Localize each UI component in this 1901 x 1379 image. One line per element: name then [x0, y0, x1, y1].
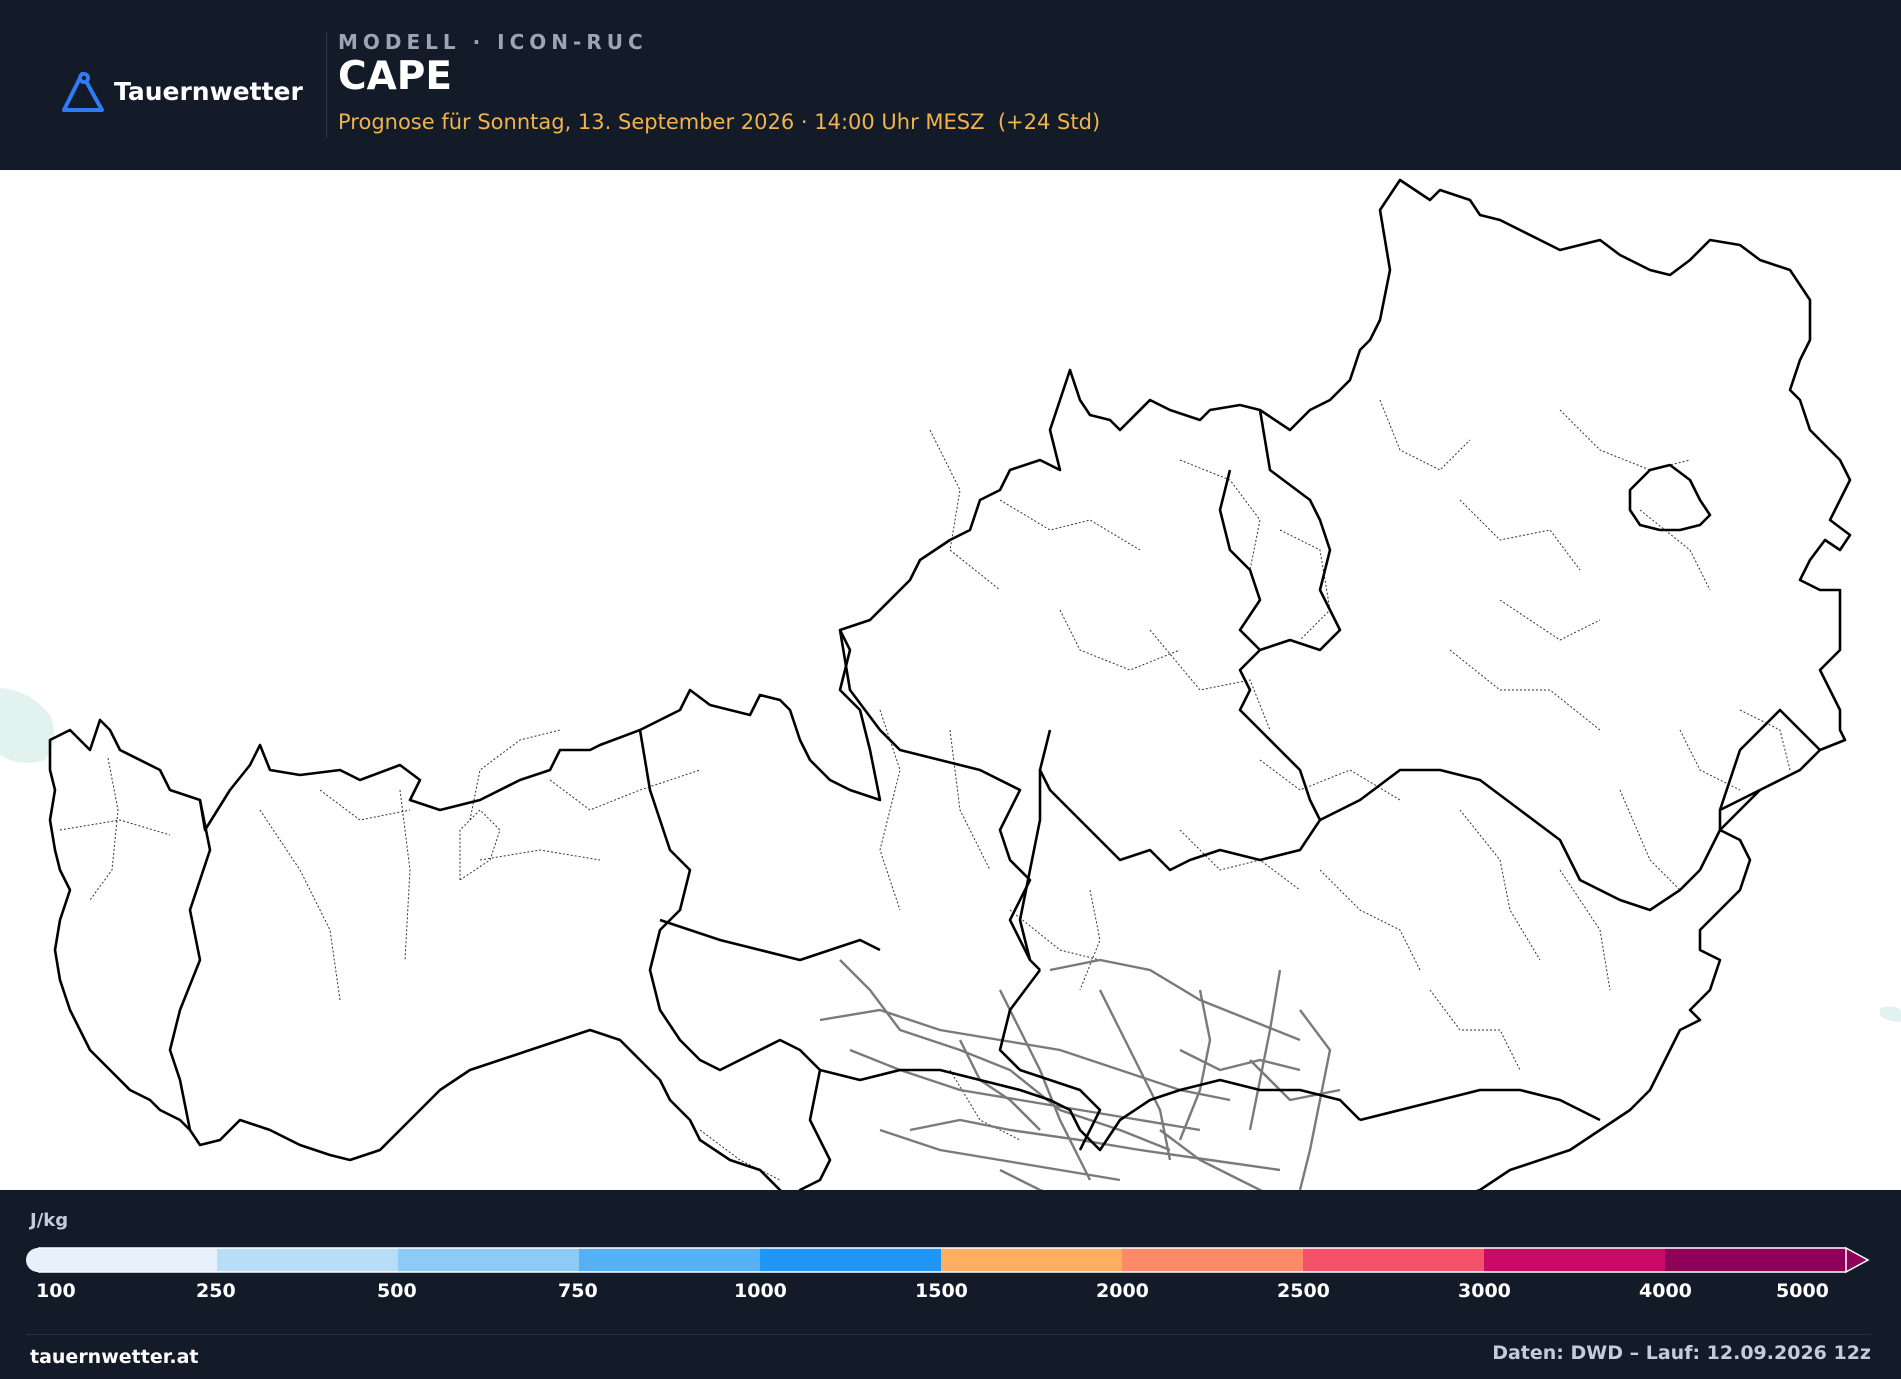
colorbar-tick-label: 100 — [36, 1280, 76, 1302]
page-title: CAPE — [338, 54, 453, 99]
lake-shape — [1880, 1006, 1901, 1022]
model-label: MODELL · ICON-RUC — [338, 30, 648, 54]
brand-name: Tauernwetter — [114, 76, 303, 106]
data-source: Daten: DWD – Lauf: 12.09.2026 12z — [1492, 1342, 1871, 1364]
header-divider — [326, 32, 327, 138]
site-url[interactable]: tauernwetter.at — [30, 1346, 199, 1368]
colorbar-tick-label: 1000 — [734, 1280, 787, 1302]
colorbar-segment — [1122, 1248, 1304, 1272]
legend-unit: J/kg — [30, 1210, 69, 1231]
colorbar-tick-label: 3000 — [1458, 1280, 1511, 1302]
forecast-subtitle: Prognose für Sonntag, 13. September 2026… — [338, 110, 1101, 134]
colorbar-tick-label: 1500 — [915, 1280, 968, 1302]
colorbar-tick-label: 2500 — [1277, 1280, 1330, 1302]
colorbar-segment — [579, 1248, 761, 1272]
colorbar-tick-label: 250 — [196, 1280, 236, 1302]
footer-divider — [26, 1334, 1871, 1335]
legend-area: J/kg 100 250 500 750 1000 1500 2000 2500 3000 400… — [0, 1190, 1901, 1379]
colorbar-segment — [217, 1248, 399, 1272]
state-boundary-east-tyrol — [659, 918, 881, 962]
state-boundaries — [48, 178, 1852, 1190]
lake-shape — [0, 688, 54, 764]
mountain-pin-icon — [62, 72, 104, 112]
colorbar-segment — [1303, 1248, 1485, 1272]
colorbar-segment — [760, 1248, 942, 1272]
colorbar-segment — [36, 1248, 218, 1272]
austria-map[interactable] — [0, 170, 1901, 1190]
colorbar-segment — [398, 1248, 580, 1272]
colorbar-tick-label: 4000 — [1639, 1280, 1692, 1302]
colorbar-tick-label: 2000 — [1096, 1280, 1149, 1302]
colorbar-extend-arrow — [1845, 1246, 1870, 1274]
colorbar-tick-label: 500 — [377, 1280, 417, 1302]
colorbar-tick-label: 5000 — [1776, 1280, 1829, 1302]
colorbar-tick-label: 750 — [558, 1280, 598, 1302]
colorbar-segment — [941, 1248, 1123, 1272]
colorbar — [26, 1244, 1876, 1278]
header: Tauernwetter MODELL · ICON-RUC CAPE Prog… — [0, 0, 1901, 170]
district-boundaries — [59, 399, 1791, 1181]
colorbar-segment — [1484, 1248, 1666, 1272]
colorbar-segment — [1665, 1248, 1847, 1272]
brand-logo[interactable]: Tauernwetter — [60, 68, 303, 114]
road-network — [819, 958, 1341, 1190]
